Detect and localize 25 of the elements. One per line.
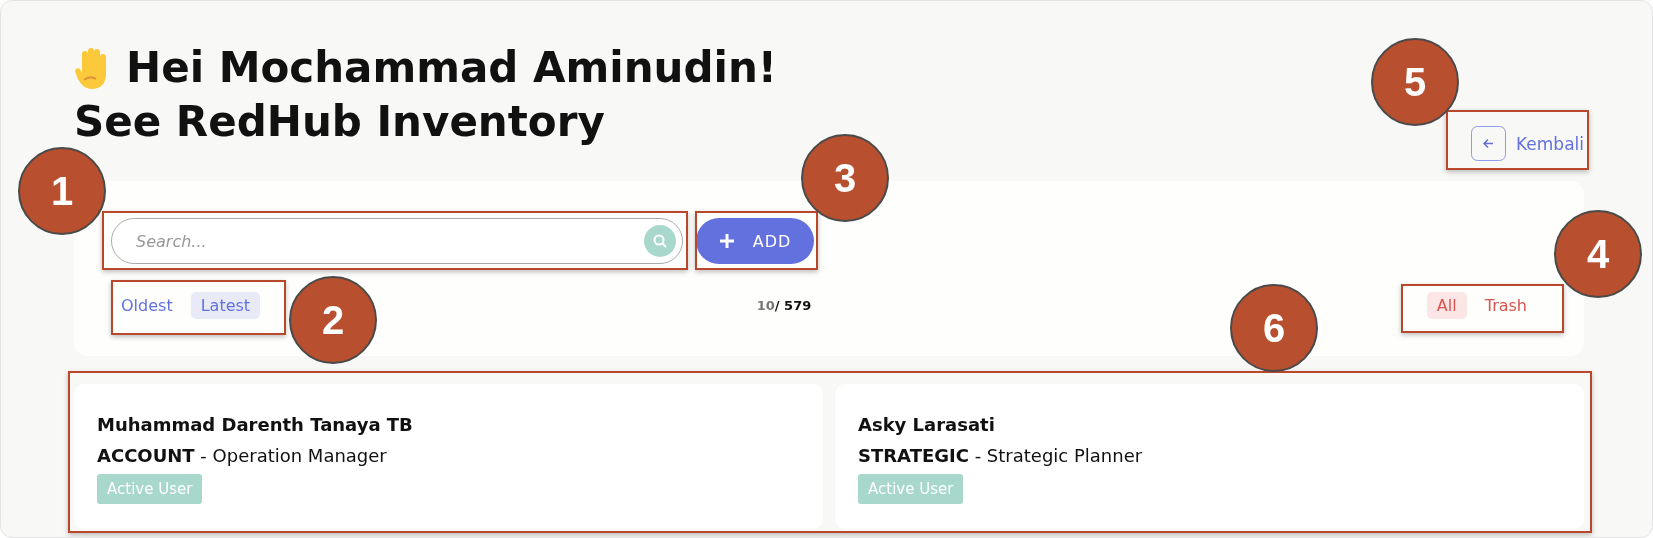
user-card[interactable]: Asky Larasati STRATEGIC - Strategic Planner Active User <box>835 384 1584 529</box>
shown-count: 10 <box>756 298 775 313</box>
user-role: STRATEGIC - Strategic Planner <box>858 445 1143 466</box>
total-count: / 579 <box>774 298 812 313</box>
search-field[interactable]: Search... <box>111 218 683 264</box>
filter-tab[interactable]: All <box>1426 292 1467 319</box>
user-card[interactable]: Muhammad Darenth Tanaya TB ACCOUNT - Operation Manager Active User <box>74 384 823 529</box>
sort-tab[interactable]: Latest <box>190 292 261 319</box>
user-name: Muhammad Darenth Tanaya TB <box>97 414 413 435</box>
plus-icon <box>718 233 735 249</box>
back-button[interactable]: Kembali <box>1471 126 1584 161</box>
sort-tab[interactable]: Oldest <box>111 292 183 319</box>
search-icon[interactable] <box>644 225 676 257</box>
callout-number: 4 <box>1554 210 1642 298</box>
filter-tab[interactable]: Trash <box>1474 292 1537 319</box>
user-name: Asky Larasati <box>858 414 995 435</box>
status-badge: Active User <box>97 474 203 504</box>
callout-number: 3 <box>801 134 889 222</box>
add-button[interactable]: ADD <box>696 218 814 264</box>
callout-number: 1 <box>18 147 106 235</box>
page-heading: See RedHub Inventory <box>74 96 606 148</box>
callout-number: 5 <box>1371 38 1459 126</box>
greeting-heading: Hei Mochammad Aminudin! <box>126 42 777 94</box>
user-role: ACCOUNT - Operation Manager <box>97 445 387 466</box>
status-badge: Active User <box>858 474 964 504</box>
